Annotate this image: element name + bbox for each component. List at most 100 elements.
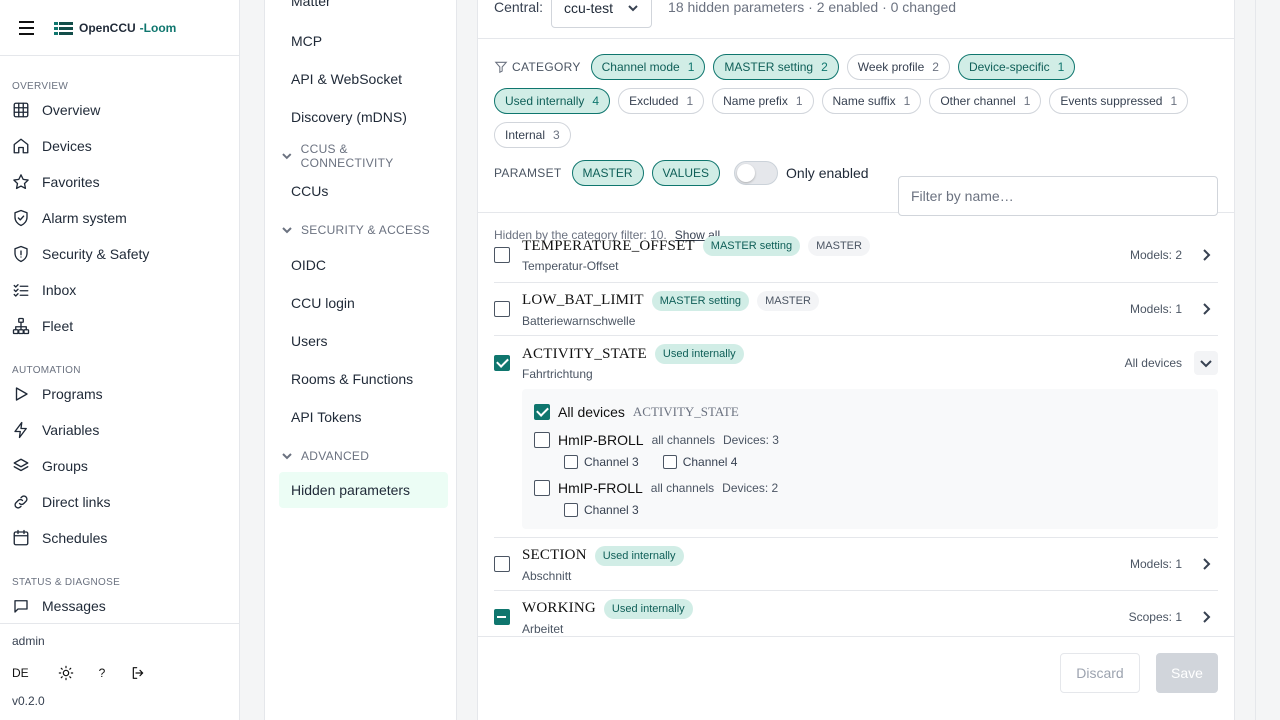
sidebar-item-label: Fleet: [42, 318, 74, 334]
chip-label: Excluded: [629, 94, 679, 108]
sidebar-item-inbox[interactable]: Inbox: [0, 272, 239, 308]
sidebar-item-fleet[interactable]: Fleet: [0, 308, 239, 344]
channel-option[interactable]: Channel 4: [657, 455, 737, 469]
all-devices-param: ACTIVITY_STATE: [632, 404, 739, 419]
chip-other-channel[interactable]: Other channel 1: [929, 88, 1042, 114]
chip-name-prefix[interactable]: Name prefix 1: [712, 88, 814, 114]
app-logo[interactable]: OpenCCU -Loom: [54, 21, 176, 35]
save-button[interactable]: Save: [1156, 653, 1218, 693]
chip-count: 2: [932, 60, 939, 74]
discard-button[interactable]: Discard: [1060, 653, 1140, 693]
settings-item-ccus[interactable]: CCUs: [265, 172, 456, 210]
chevron-down-icon: [1200, 359, 1212, 367]
menu-icon[interactable]: [16, 17, 38, 39]
sidebar-item-security-safety[interactable]: Security & Safety: [0, 236, 239, 272]
logout-button[interactable]: [120, 658, 156, 688]
star-icon: [13, 174, 29, 190]
scope-all-devices[interactable]: All devices ACTIVITY_STATE: [534, 401, 1206, 423]
settings-group-security[interactable]: SECURITY & ACCESS: [265, 214, 456, 246]
chip-label: MASTER setting: [724, 60, 814, 74]
filter-input[interactable]: [898, 176, 1218, 216]
expand-button[interactable]: [1194, 552, 1218, 576]
model-checkbox[interactable]: [534, 432, 550, 448]
chip-name-suffix[interactable]: Name suffix 1: [821, 88, 922, 114]
chip-used-internally[interactable]: Used internally 4: [494, 88, 611, 114]
sidebar-item-overview[interactable]: Overview: [0, 92, 239, 128]
scope-model-hmip-broll[interactable]: HmIP-BROLL all channels Devices: 3: [534, 429, 1206, 451]
chip-channel-mode[interactable]: Channel mode 1: [590, 54, 706, 80]
settings-group-advanced[interactable]: ADVANCED: [265, 440, 456, 472]
paramset-label: PARAMSET: [494, 166, 562, 180]
settings-item-api-websocket[interactable]: API & WebSocket: [265, 60, 456, 98]
param-checkbox[interactable]: [494, 556, 510, 572]
param-name: TEMPERATURE_OFFSET: [522, 237, 695, 254]
only-enabled-label: Only enabled: [786, 165, 869, 181]
sidebar-item-groups[interactable]: Groups: [0, 448, 239, 484]
param-row-section[interactable]: SECTION Used internally Abschnitt Models…: [494, 538, 1218, 591]
home-icon: [13, 138, 29, 154]
chip-week-profile[interactable]: Week profile 2: [846, 54, 950, 80]
param-title: TEMPERATURE_OFFSET MASTER setting MASTER: [522, 236, 1130, 256]
param-checkbox[interactable]: [494, 354, 510, 371]
param-meta: All devices: [1124, 355, 1182, 370]
chip-label: Name suffix: [832, 94, 896, 108]
central-label: Central:: [494, 0, 544, 15]
sidebar-item-direct-links[interactable]: Direct links: [0, 484, 239, 520]
model-checkbox[interactable]: [534, 480, 550, 496]
central-bar: Central: ccu-test 18 hidden parameters ·…: [478, 0, 1234, 39]
sidebar-item-devices[interactable]: Devices: [0, 128, 239, 164]
theme-button[interactable]: [48, 658, 84, 688]
message-icon: [14, 600, 28, 613]
sidebar-item-programs[interactable]: Programs: [0, 376, 239, 412]
only-enabled-toggle[interactable]: [734, 161, 779, 185]
sidebar-item-favorites[interactable]: Favorites: [0, 164, 239, 200]
param-row-temperature-offset[interactable]: TEMPERATURE_OFFSET MASTER setting MASTER…: [494, 227, 1218, 283]
settings-item-users[interactable]: Users: [265, 322, 456, 360]
settings-item-matter[interactable]: Matter: [265, 0, 456, 11]
settings-group-ccus[interactable]: CCUS & CONNECTIVITY: [265, 140, 456, 172]
chip-internal[interactable]: Internal 3: [494, 122, 571, 148]
param-checkbox[interactable]: [494, 246, 510, 263]
paramset-master[interactable]: MASTER: [571, 160, 644, 186]
channel-option[interactable]: Channel 3: [558, 503, 639, 517]
param-checkbox[interactable]: [494, 609, 510, 625]
chip-label: Week profile: [857, 60, 925, 74]
param-row-activity-state[interactable]: ACTIVITY_STATE Used internally Fahrtrich…: [494, 336, 1218, 389]
expand-button[interactable]: [1194, 297, 1218, 321]
expand-button[interactable]: [1194, 243, 1218, 267]
sidebar-item-alarm-system[interactable]: Alarm system: [0, 200, 239, 236]
chip-events-suppressed[interactable]: Events suppressed 1: [1049, 88, 1189, 114]
language-button[interactable]: DE: [12, 658, 48, 688]
chip-count: 1: [1170, 94, 1178, 108]
param-checkbox[interactable]: [494, 301, 510, 317]
expand-button[interactable]: [1194, 605, 1218, 629]
channel-option[interactable]: Channel 3: [558, 455, 639, 469]
sidebar-item-label: Inbox: [42, 282, 77, 298]
settings-item-oidc[interactable]: OIDC: [265, 246, 456, 284]
chip-master-setting[interactable]: MASTER setting 2: [713, 54, 839, 80]
settings-item-mcp[interactable]: MCP: [265, 22, 456, 60]
scope-model-hmip-froll[interactable]: HmIP-FROLL all channels Devices: 2: [534, 477, 1206, 499]
paramset-values[interactable]: VALUES: [651, 160, 721, 186]
all-devices-checkbox[interactable]: [534, 404, 550, 420]
sidebar-item-messages[interactable]: Messages: [0, 588, 239, 623]
chip-device-specific[interactable]: Device-specific 1: [957, 54, 1076, 80]
param-row-low-bat-limit[interactable]: LOW_BAT_LIMIT MASTER setting MASTER Batt…: [494, 283, 1218, 336]
settings-item-ccu-login[interactable]: CCU login: [265, 284, 456, 322]
channel-checkbox[interactable]: [662, 455, 677, 469]
sidebar-item-schedules[interactable]: Schedules: [0, 520, 239, 556]
collapse-button[interactable]: [1194, 350, 1218, 375]
settings-item-rooms-functions[interactable]: Rooms & Functions: [265, 360, 456, 398]
sidebar-item-variables[interactable]: Variables: [0, 412, 239, 448]
chip-excluded[interactable]: Excluded 1: [618, 88, 705, 114]
channel-checkbox[interactable]: [564, 503, 578, 517]
chip-count: 2: [821, 60, 828, 74]
param-description: Temperatur-Offset: [522, 259, 619, 273]
channel-checkbox[interactable]: [564, 455, 578, 469]
settings-item-api-tokens[interactable]: API Tokens: [265, 398, 456, 436]
help-button[interactable]: ?: [84, 658, 120, 688]
settings-item-hidden-parameters[interactable]: Hidden parameters: [279, 472, 448, 508]
settings-item-discovery[interactable]: Discovery (mDNS): [265, 98, 456, 136]
sidebar-item-label: Variables: [42, 422, 100, 438]
central-select[interactable]: ccu-test: [551, 0, 653, 28]
